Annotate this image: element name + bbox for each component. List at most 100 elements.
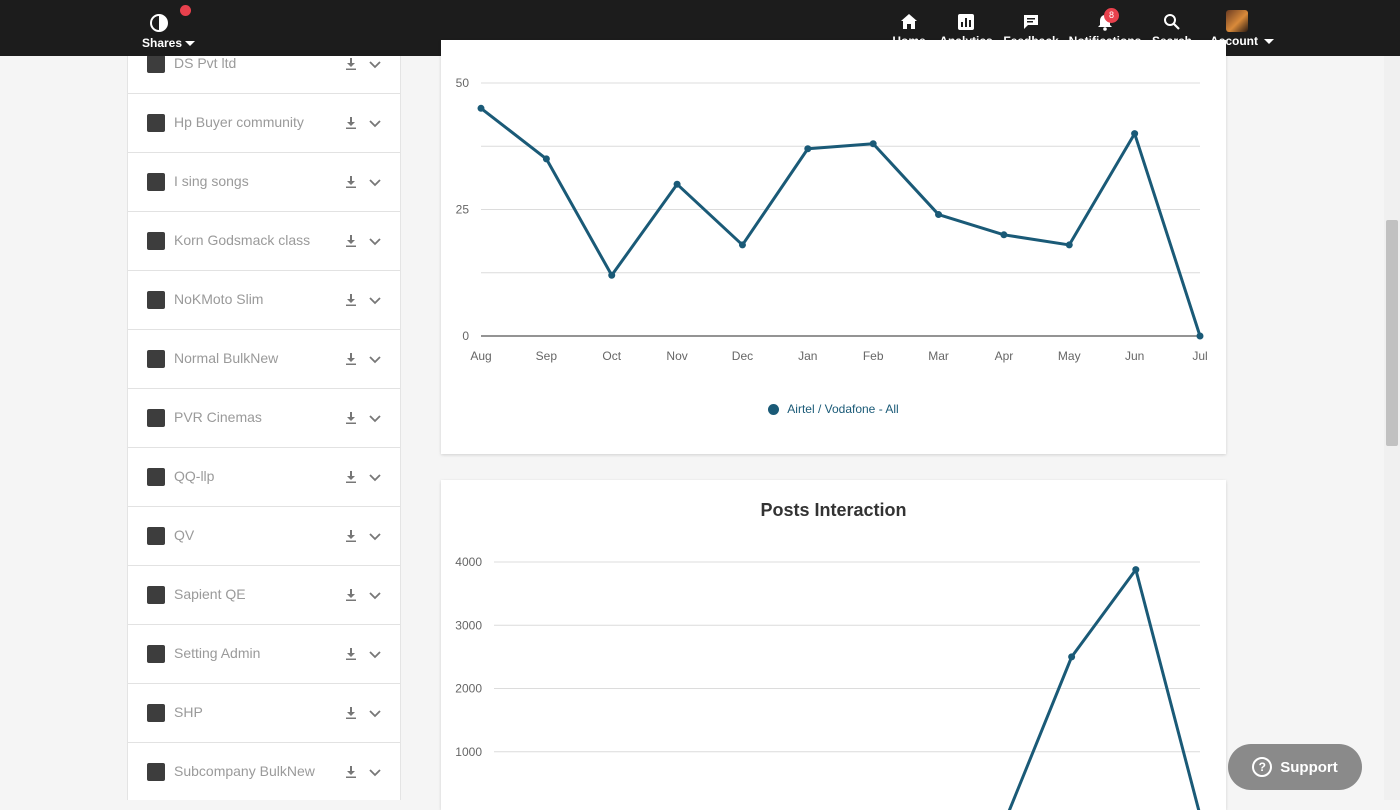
download-icon[interactable] <box>344 352 358 366</box>
list-item[interactable]: Hp Buyer community <box>128 94 400 153</box>
chevron-down-icon[interactable] <box>368 765 382 779</box>
download-icon[interactable] <box>344 470 358 484</box>
chevron-down-icon[interactable] <box>368 57 382 71</box>
checkbox[interactable] <box>147 350 165 368</box>
data-point <box>804 145 812 153</box>
series-line <box>480 107 1202 337</box>
download-icon[interactable] <box>344 116 358 130</box>
data-point <box>477 104 485 112</box>
chevron-down-icon[interactable] <box>368 175 382 189</box>
download-icon[interactable] <box>344 234 358 248</box>
checkbox[interactable] <box>147 645 165 663</box>
legend-marker <box>768 403 780 415</box>
x-tick-label: Apr <box>995 349 1014 363</box>
download-icon[interactable] <box>344 647 358 661</box>
list-item-label: Normal BulkNew <box>174 350 279 366</box>
feedback-icon <box>1024 15 1038 29</box>
chevron-down-icon[interactable] <box>368 234 382 248</box>
legend-label: Airtel / Vodafone - All <box>787 402 899 416</box>
list-item[interactable]: NoKMoto Slim <box>128 271 400 330</box>
posts-interaction-card: Posts Interaction 1000 2000 3000 4000 <box>441 480 1226 810</box>
x-tick-label: Nov <box>666 349 687 363</box>
y-tick-label: 4000 <box>455 555 482 569</box>
shares-menu[interactable]: Shares <box>142 5 202 52</box>
list-item-label: Subcompany BulkNew <box>174 763 315 779</box>
list-item[interactable]: QV <box>128 507 400 566</box>
y-tick-label: 25 <box>456 203 470 217</box>
list-item-label: Setting Admin <box>174 645 261 661</box>
x-tick-label: Feb <box>863 349 884 363</box>
search-icon <box>1164 14 1180 30</box>
list-item[interactable]: Normal BulkNew <box>128 330 400 389</box>
line-chart: 1000 2000 3000 4000 <box>455 555 1201 810</box>
download-icon[interactable] <box>344 175 358 189</box>
scrollbar-thumb[interactable] <box>1386 220 1398 446</box>
checkbox[interactable] <box>147 527 165 545</box>
x-tick-label: Jul <box>1192 349 1207 363</box>
list-item[interactable]: Korn Godsmack class <box>128 212 400 271</box>
list-item[interactable]: QQ-llp <box>128 448 400 507</box>
help-icon: ? <box>1252 757 1273 777</box>
group-list-sidebar: DS Pvt ltd Hp Buyer community I sing songs… <box>127 56 401 800</box>
list-item[interactable]: PVR Cinemas <box>128 389 400 448</box>
chevron-down-icon[interactable] <box>368 647 382 661</box>
download-icon[interactable] <box>344 57 358 71</box>
list-item-label: Korn Godsmack class <box>174 232 311 248</box>
checkbox[interactable] <box>147 763 165 781</box>
chart-legend[interactable]: Airtel / Vodafone - All <box>441 402 1226 416</box>
list-item[interactable]: Setting Admin <box>128 625 400 684</box>
support-label: Support <box>1280 758 1338 776</box>
download-icon[interactable] <box>344 765 358 779</box>
download-icon[interactable] <box>344 411 358 425</box>
chevron-down-icon[interactable] <box>368 116 382 130</box>
download-icon[interactable] <box>344 529 358 543</box>
download-icon[interactable] <box>344 588 358 602</box>
list-item-label: NoKMoto Slim <box>174 291 264 307</box>
checkbox[interactable] <box>147 291 165 309</box>
list-item-label: PVR Cinemas <box>174 409 262 425</box>
checkbox[interactable] <box>147 704 165 722</box>
checkbox[interactable] <box>147 586 165 604</box>
support-button[interactable]: ? Support <box>1228 744 1362 790</box>
checkbox[interactable] <box>147 468 165 486</box>
y-tick-label: 50 <box>456 76 470 90</box>
chevron-down-icon[interactable] <box>368 470 382 484</box>
chevron-down-icon[interactable] <box>368 706 382 720</box>
checkbox[interactable] <box>147 409 165 427</box>
list-item[interactable]: Subcompany BulkNew <box>128 743 400 800</box>
brand-logo-icon <box>150 14 168 32</box>
chevron-down-icon <box>1264 39 1274 44</box>
list-item-label: Sapient QE <box>174 586 246 602</box>
chevron-down-icon[interactable] <box>368 529 382 543</box>
chevron-down-icon[interactable] <box>368 352 382 366</box>
list-item-label: I sing songs <box>174 173 249 189</box>
download-icon[interactable] <box>344 293 358 307</box>
chart-card: 0 25 50 Aug Sep Oct Nov Dec Jan Feb Mar Apr May Jun Ju… <box>441 40 1226 454</box>
chevron-down-icon[interactable] <box>368 411 382 425</box>
list-item-label: DS Pvt ltd <box>174 56 237 71</box>
x-tick-label: Sep <box>536 349 558 363</box>
chevron-down-icon <box>185 41 195 46</box>
checkbox[interactable] <box>147 173 165 191</box>
checkbox[interactable] <box>147 232 165 250</box>
data-point <box>869 140 877 148</box>
x-tick-label: Jan <box>798 349 817 363</box>
data-point <box>1196 332 1204 340</box>
data-point <box>1068 653 1076 661</box>
chevron-down-icon[interactable] <box>368 293 382 307</box>
list-item[interactable]: SHP <box>128 684 400 743</box>
data-point <box>1131 130 1139 138</box>
shares-label: Shares <box>142 36 183 50</box>
list-item[interactable]: Sapient QE <box>128 566 400 625</box>
x-tick-label: Dec <box>732 349 753 363</box>
chevron-down-icon[interactable] <box>368 588 382 602</box>
list-item[interactable]: DS Pvt ltd <box>128 56 400 94</box>
list-item-label: SHP <box>174 704 203 720</box>
checkbox[interactable] <box>147 114 165 132</box>
download-icon[interactable] <box>344 706 358 720</box>
page-scrollbar[interactable] <box>1384 56 1400 800</box>
x-tick-label: Mar <box>928 349 949 363</box>
list-item[interactable]: I sing songs <box>128 153 400 212</box>
checkbox[interactable] <box>147 56 165 73</box>
data-point <box>608 271 616 279</box>
